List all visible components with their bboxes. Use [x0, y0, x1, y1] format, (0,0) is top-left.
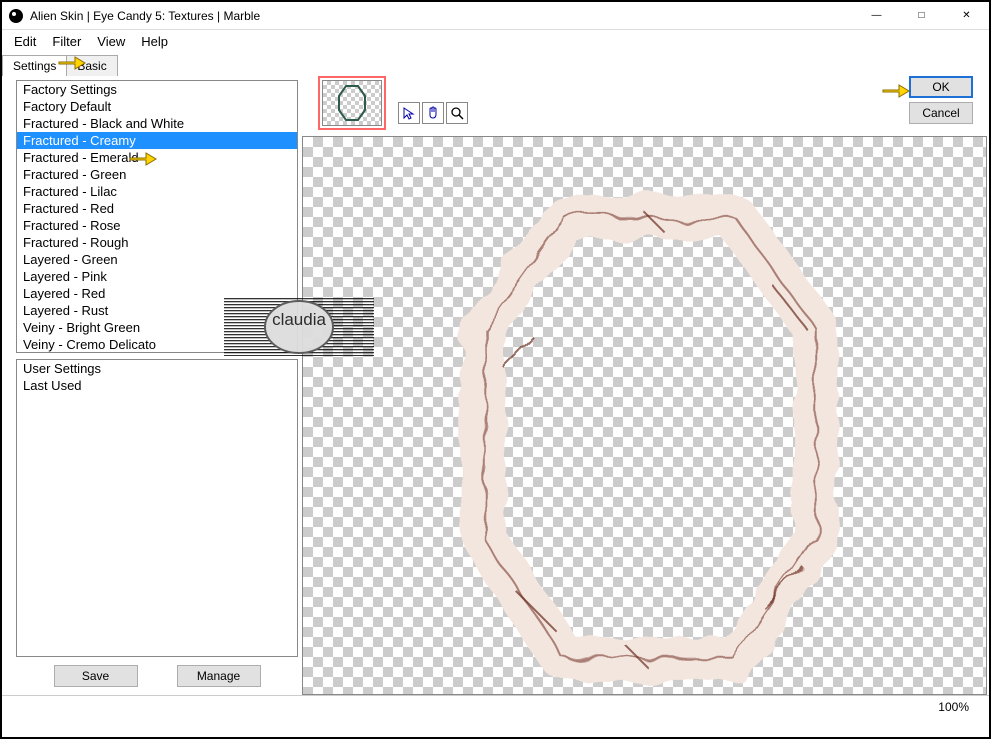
- list-header: Factory Settings: [17, 81, 297, 98]
- zoom-level: 100%: [938, 700, 969, 714]
- tab-settings[interactable]: Settings: [2, 55, 67, 76]
- list-item[interactable]: Fractured - Lilac: [17, 183, 297, 200]
- tab-basic[interactable]: Basic: [66, 55, 117, 76]
- menubar: Edit Filter View Help: [2, 30, 989, 52]
- close-button[interactable]: ✕: [944, 2, 989, 29]
- preview-tools: [398, 102, 468, 124]
- window-title: Alien Skin | Eye Candy 5: Textures | Mar…: [30, 9, 854, 23]
- thumbnail-frame: [318, 76, 386, 130]
- hand-tool-icon[interactable]: [422, 102, 444, 124]
- left-panel: Factory SettingsFactory DefaultFractured…: [2, 76, 302, 695]
- list-item[interactable]: Layered - Rust: [17, 302, 297, 319]
- list-item[interactable]: Fractured - Rough: [17, 234, 297, 251]
- window-controls: — □ ✕: [854, 2, 989, 29]
- minimize-button[interactable]: —: [854, 2, 899, 29]
- thumbnail: [322, 80, 382, 126]
- list-item[interactable]: Factory Default: [17, 98, 297, 115]
- save-button[interactable]: Save: [54, 665, 138, 687]
- list-header: User Settings: [17, 360, 297, 377]
- preview-area[interactable]: [302, 136, 987, 695]
- top-strip: OK Cancel: [302, 76, 989, 136]
- manage-button[interactable]: Manage: [177, 665, 261, 687]
- menu-filter[interactable]: Filter: [44, 32, 89, 51]
- list-buttons: Save Manage: [16, 657, 298, 691]
- factory-settings-list[interactable]: Factory SettingsFactory DefaultFractured…: [16, 80, 298, 353]
- user-settings-list[interactable]: User SettingsLast Used: [16, 359, 298, 657]
- zoom-tool-icon[interactable]: [446, 102, 468, 124]
- maximize-button[interactable]: □: [899, 2, 944, 29]
- app-icon: [8, 8, 24, 24]
- statusbar: 100%: [2, 695, 989, 717]
- list-item[interactable]: Last Used: [17, 377, 297, 394]
- ok-button[interactable]: OK: [909, 76, 973, 98]
- titlebar: Alien Skin | Eye Candy 5: Textures | Mar…: [2, 2, 989, 30]
- list-item[interactable]: Layered - Red: [17, 285, 297, 302]
- tabs: Settings Basic: [2, 52, 989, 76]
- menu-view[interactable]: View: [89, 32, 133, 51]
- menu-help[interactable]: Help: [133, 32, 176, 51]
- list-item[interactable]: Fractured - Black and White: [17, 115, 297, 132]
- list-item[interactable]: Fractured - Green: [17, 166, 297, 183]
- list-item[interactable]: Veiny - Cremo Delicato: [17, 336, 297, 352]
- main-area: Factory SettingsFactory DefaultFractured…: [2, 76, 989, 695]
- list-item[interactable]: Layered - Pink: [17, 268, 297, 285]
- pointer-tool-icon[interactable]: [398, 102, 420, 124]
- dialog-buttons: OK Cancel: [909, 76, 973, 124]
- list-item[interactable]: Fractured - Rose: [17, 217, 297, 234]
- right-panel: OK Cancel: [302, 76, 989, 695]
- list-item[interactable]: Veiny - Bright Green: [17, 319, 297, 336]
- list-item[interactable]: Fractured - Creamy: [17, 132, 297, 149]
- list-item[interactable]: Fractured - Red: [17, 200, 297, 217]
- list-item[interactable]: Layered - Green: [17, 251, 297, 268]
- cancel-button[interactable]: Cancel: [909, 102, 973, 124]
- menu-edit[interactable]: Edit: [6, 32, 44, 51]
- list-item[interactable]: Fractured - Emerald: [17, 149, 297, 166]
